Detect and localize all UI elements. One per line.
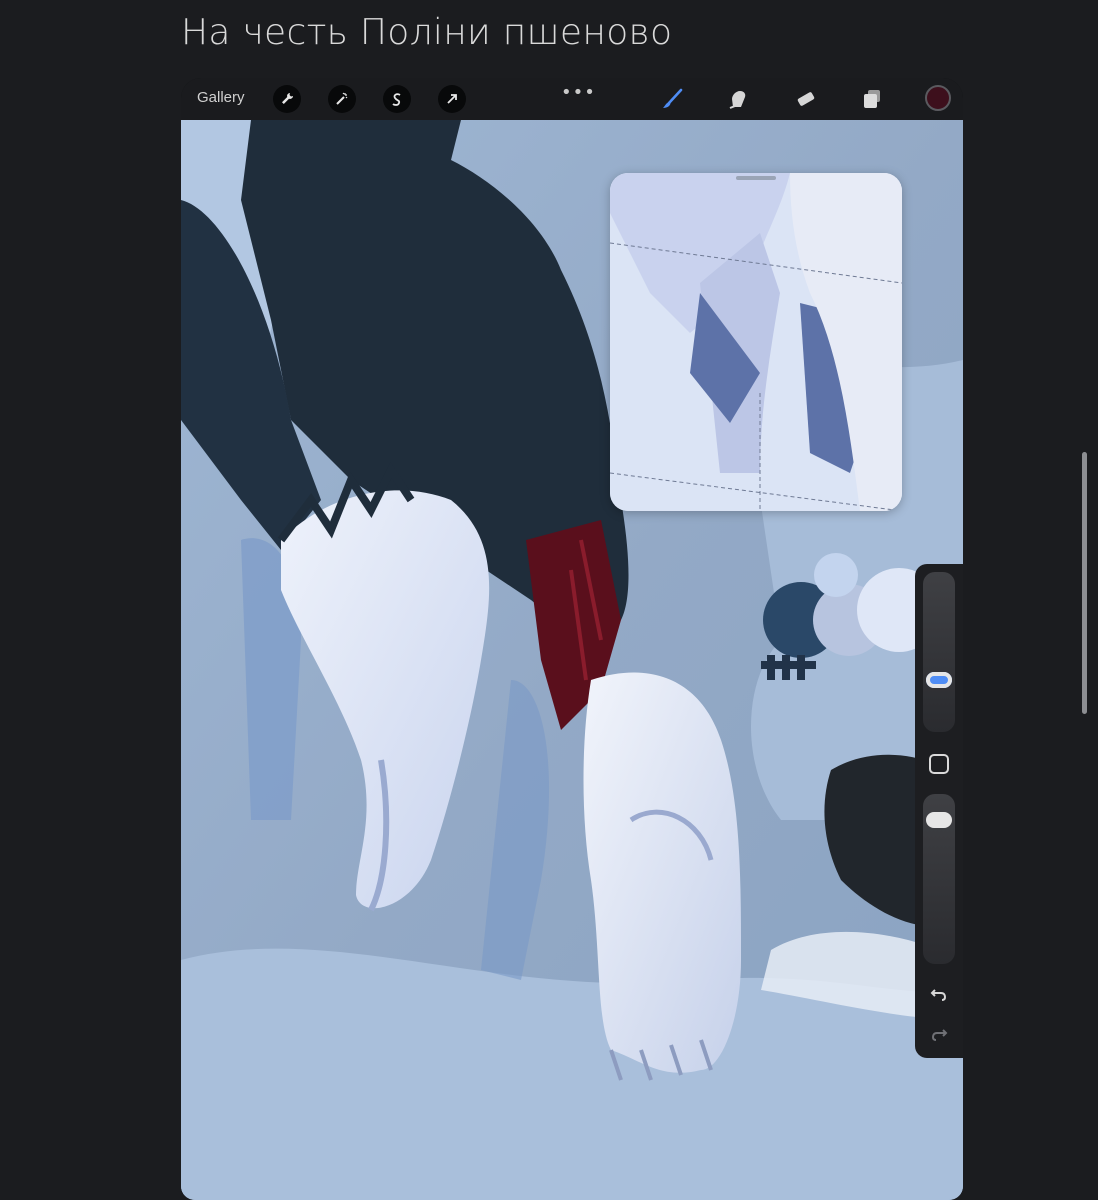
reference-drag-handle[interactable]	[736, 176, 776, 180]
brush-icon[interactable]	[659, 86, 685, 112]
transform-arrow-icon[interactable]	[438, 85, 466, 113]
eraser-icon[interactable]	[793, 86, 819, 112]
brush-size-slider[interactable]	[923, 572, 955, 732]
brush-size-thumb[interactable]	[926, 671, 952, 688]
top-toolbar: Gallery •••	[181, 78, 963, 120]
procreate-window: Gallery •••	[181, 78, 963, 1200]
adjustments-magic-wand-icon[interactable]	[328, 85, 356, 113]
gallery-button[interactable]: Gallery	[197, 89, 245, 106]
brush-opacity-slider[interactable]	[923, 794, 955, 964]
modify-button[interactable]	[929, 754, 949, 774]
drawing-canvas[interactable]	[181, 120, 963, 1200]
color-picker-swatch[interactable]	[925, 85, 951, 111]
undo-icon[interactable]	[927, 982, 951, 1006]
more-options-icon[interactable]: •••	[561, 82, 596, 103]
selection-s-icon[interactable]	[383, 85, 411, 113]
redo-icon[interactable]	[927, 1022, 951, 1046]
smudge-icon[interactable]	[726, 86, 752, 112]
reference-window[interactable]	[610, 173, 902, 511]
actions-wrench-icon[interactable]	[273, 85, 301, 113]
reference-image	[610, 173, 902, 511]
brush-sidebar	[915, 564, 963, 1058]
page-title: На честь Поліни пшеново	[181, 12, 673, 53]
layers-icon[interactable]	[859, 86, 885, 112]
page-scrollbar[interactable]	[1082, 452, 1087, 714]
brush-opacity-thumb[interactable]	[926, 811, 952, 828]
